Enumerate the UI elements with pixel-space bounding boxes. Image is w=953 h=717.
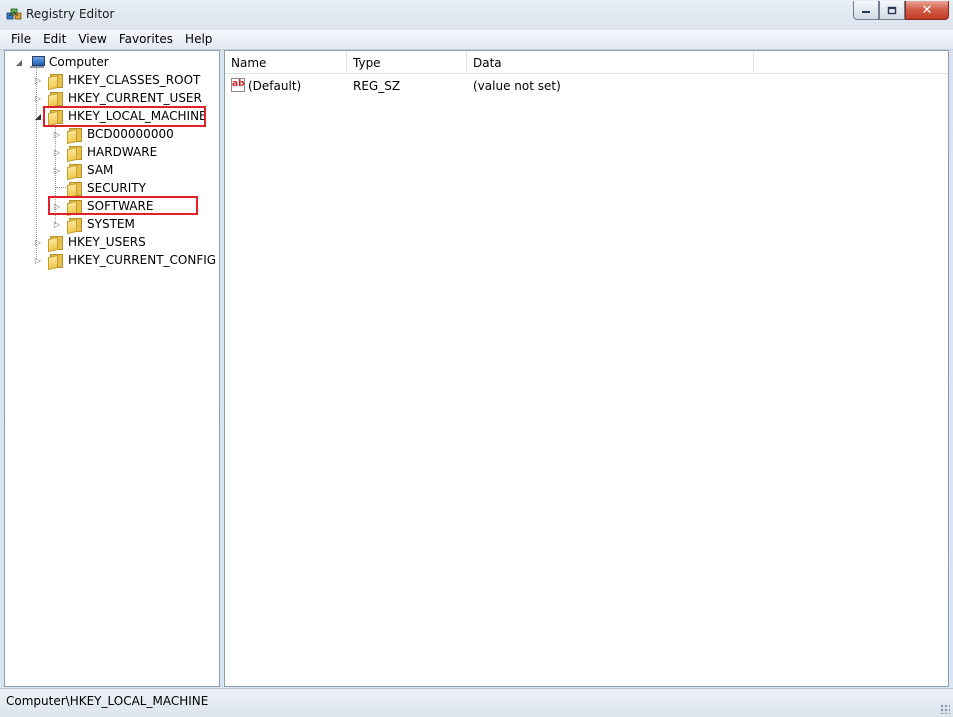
list-header: Name Type Data <box>225 51 948 74</box>
tree-label: HKEY_CURRENT_USER <box>68 91 202 105</box>
caption-buttons: ✕ <box>853 1 949 21</box>
menu-view[interactable]: View <box>72 30 112 49</box>
tree-item-computer[interactable]: ◢ Computer <box>15 53 110 71</box>
close-button[interactable]: ✕ <box>905 1 949 20</box>
computer-icon <box>29 55 45 69</box>
tree-label: SECURITY <box>87 181 146 195</box>
tree-label: SYSTEM <box>87 217 135 231</box>
tree-label: HKEY_USERS <box>68 235 146 249</box>
tree-label: BCD00000000 <box>87 127 174 141</box>
tree-item-bcd00000000[interactable]: ▷ BCD00000000 <box>53 125 175 145</box>
restore-icon <box>887 6 897 14</box>
menu-help[interactable]: Help <box>179 30 218 49</box>
folder-icon <box>67 163 83 181</box>
folder-icon <box>67 145 83 163</box>
collapse-arrow-icon[interactable]: ◢ <box>34 112 42 121</box>
tree-item-hkey-current-user[interactable]: ▷ HKEY_CURRENT_USER <box>34 89 203 109</box>
status-bar: Computer\HKEY_LOCAL_MACHINE <box>0 688 953 717</box>
value-type: REG_SZ <box>353 79 401 93</box>
folder-icon <box>67 127 83 145</box>
tree-item-hkey-users[interactable]: ▷ HKEY_USERS <box>34 233 147 253</box>
menu-file[interactable]: File <box>0 30 37 49</box>
window-title: Registry Editor <box>26 7 115 21</box>
tree-item-hkey-current-config[interactable]: ▷ HKEY_CURRENT_CONFIG <box>34 251 217 271</box>
registry-editor-app-icon <box>6 8 22 20</box>
tree-label: HARDWARE <box>87 145 158 159</box>
menu-edit[interactable]: Edit <box>37 30 72 49</box>
value-row-default[interactable]: ab (Default) REG_SZ (value not set) <box>225 75 948 95</box>
column-header-type[interactable]: Type <box>347 51 467 73</box>
expand-arrow-icon[interactable]: ▷ <box>53 148 61 157</box>
status-path: Computer\HKEY_LOCAL_MACHINE <box>6 694 209 708</box>
tree-label: Computer <box>49 55 109 69</box>
title-bar[interactable]: Registry Editor ✕ <box>0 0 953 30</box>
values-list-pane[interactable]: Name Type Data ab (Default) REG_SZ (valu… <box>224 50 949 687</box>
folder-icon <box>67 217 83 235</box>
tree-item-hkey-classes-root[interactable]: ▷ HKEY_CLASSES_ROOT <box>34 71 201 91</box>
expand-arrow-icon[interactable]: ▷ <box>34 76 42 85</box>
tree-item-hardware[interactable]: ▷ HARDWARE <box>53 143 158 163</box>
folder-icon <box>67 181 83 199</box>
expand-arrow-icon[interactable]: ▷ <box>34 238 42 247</box>
string-value-icon: ab <box>231 78 245 92</box>
tree-label: SAM <box>87 163 114 177</box>
tree-item-sam[interactable]: ▷ SAM <box>53 161 114 181</box>
minimize-icon <box>862 11 870 13</box>
collapse-arrow-icon[interactable]: ◢ <box>15 58 23 67</box>
column-header-name[interactable]: Name <box>225 51 347 73</box>
tree-item-system[interactable]: ▷ SYSTEM <box>53 215 136 235</box>
expand-arrow-icon[interactable]: ▷ <box>53 166 61 175</box>
restore-button[interactable] <box>879 1 905 20</box>
menu-bar: File Edit View Favorites Help <box>0 30 953 50</box>
expand-arrow-icon[interactable]: ▷ <box>53 220 61 229</box>
minimize-button[interactable] <box>853 1 879 20</box>
column-header-data[interactable]: Data <box>467 51 754 73</box>
tree-label: HKEY_CLASSES_ROOT <box>68 73 201 87</box>
value-name: (Default) <box>248 79 302 93</box>
tree-label: HKEY_CURRENT_CONFIG <box>68 253 217 267</box>
registry-editor-window: Registry Editor ✕ File Edit View Favorit… <box>0 0 953 717</box>
folder-icon <box>48 235 64 253</box>
folder-icon <box>48 91 64 109</box>
menu-favorites[interactable]: Favorites <box>113 30 179 49</box>
expand-arrow-icon[interactable]: ▷ <box>34 256 42 265</box>
hklm-highlight-box <box>43 106 206 127</box>
expand-arrow-icon[interactable]: ▷ <box>53 130 61 139</box>
folder-icon <box>48 253 64 271</box>
software-highlight-box <box>48 196 198 215</box>
folder-icon <box>48 73 64 91</box>
value-data: (value not set) <box>473 79 561 93</box>
close-icon: ✕ <box>921 2 933 18</box>
registry-tree-pane[interactable]: ◢ Computer ▷ HKEY_CLASSES_ROOT ▷ HKEY_CU… <box>4 50 220 687</box>
expand-arrow-icon[interactable]: ▷ <box>34 94 42 103</box>
resize-grip-icon[interactable] <box>940 704 950 714</box>
tree-item-security[interactable]: SECURITY <box>53 179 147 199</box>
